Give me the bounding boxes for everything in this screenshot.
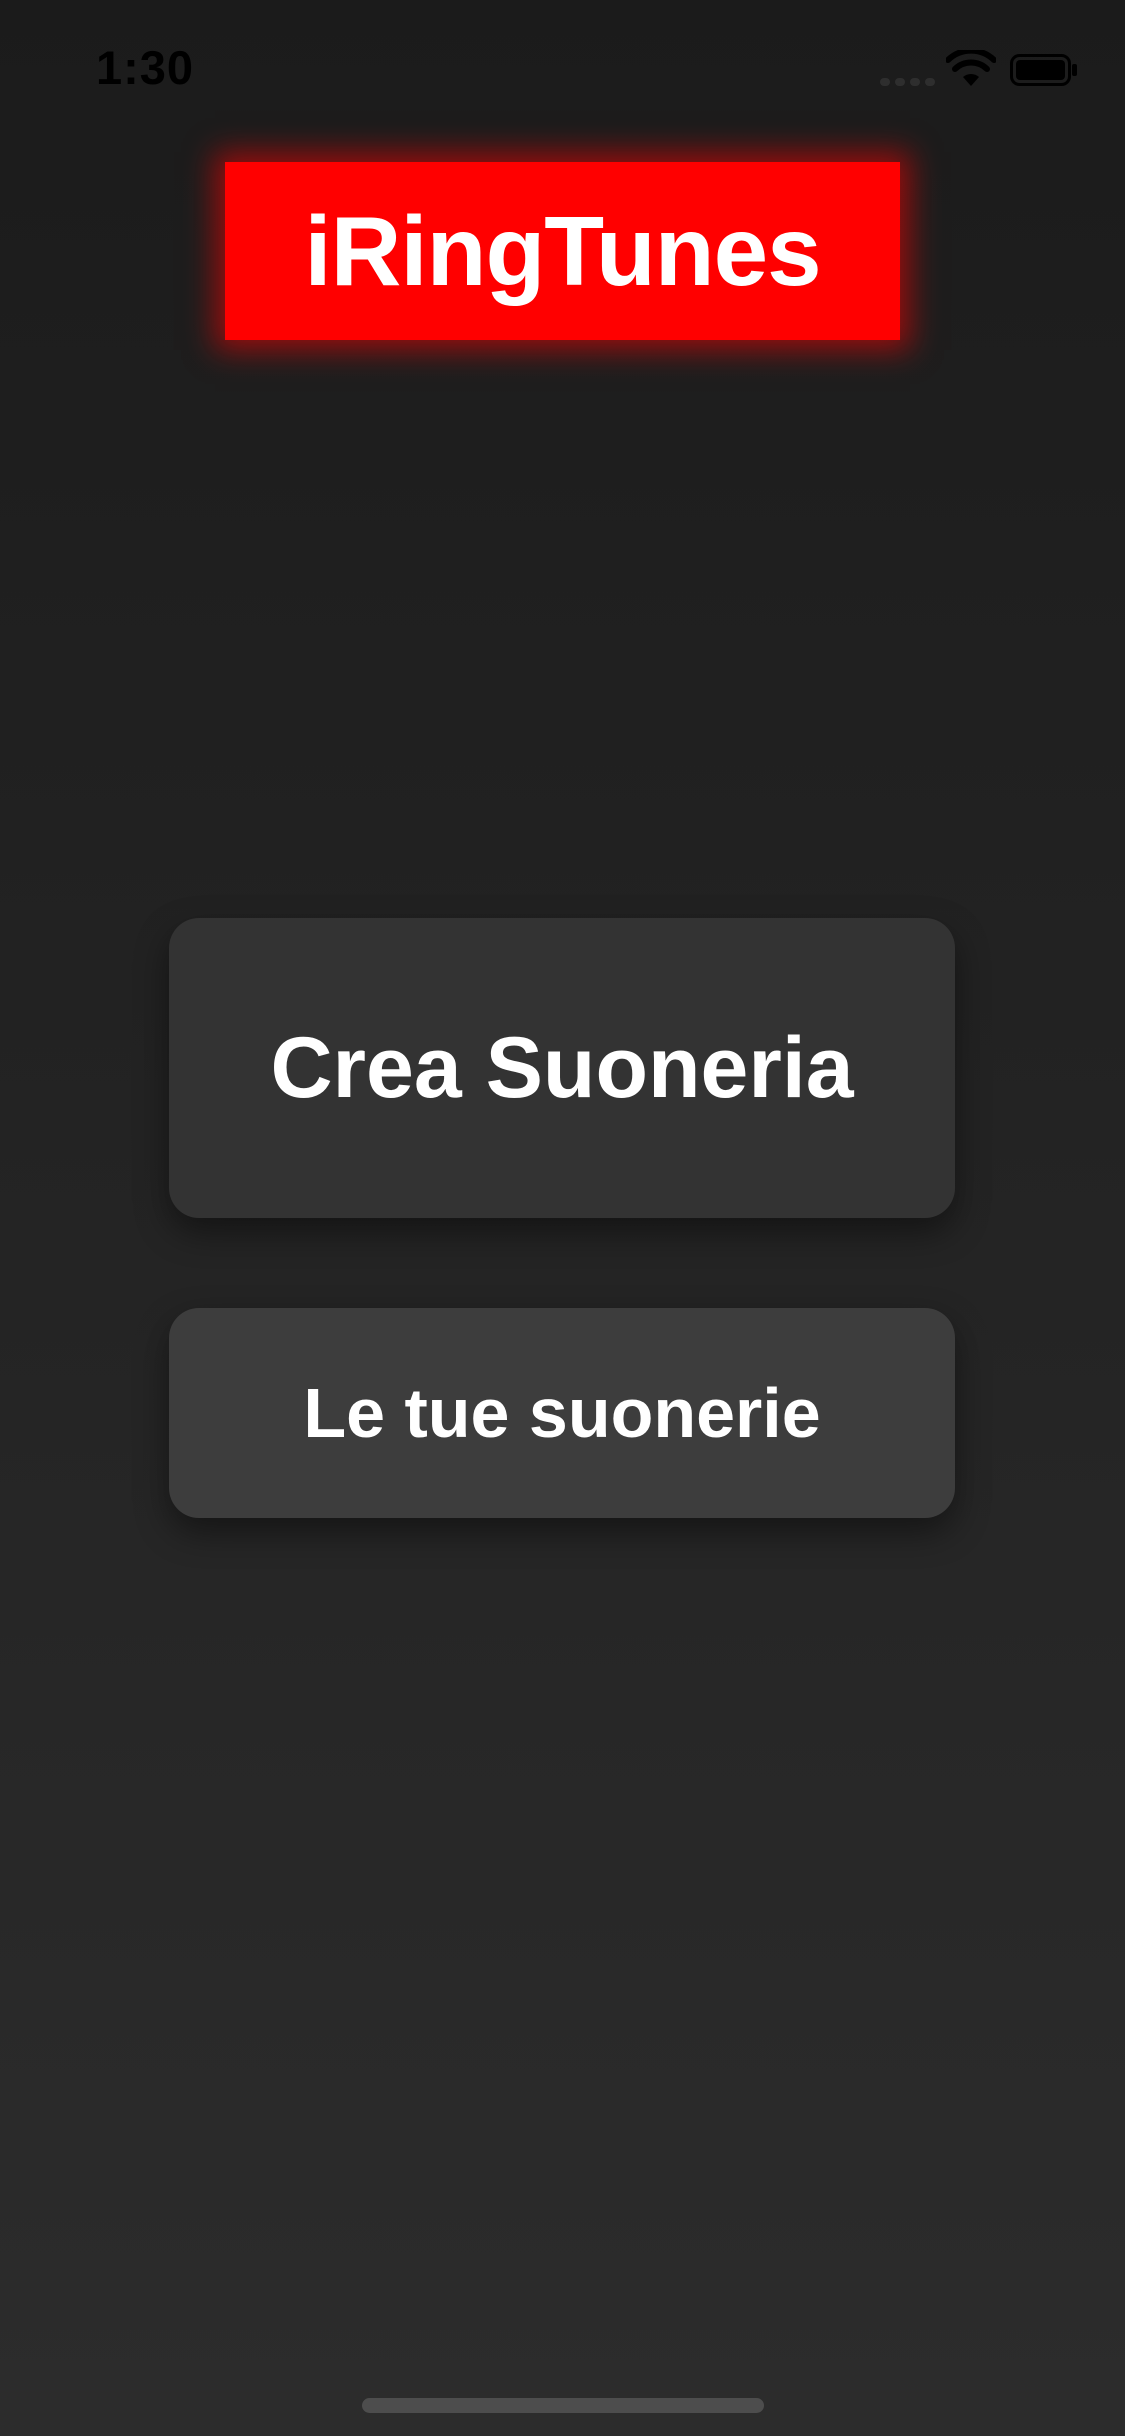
create-ringtone-button[interactable]: Crea Suoneria [169, 918, 955, 1218]
home-indicator[interactable] [362, 2398, 764, 2413]
app-logo: iRingTunes [225, 162, 900, 340]
create-ringtone-label: Crea Suoneria [270, 1019, 854, 1116]
app-logo-text: iRingTunes [304, 195, 821, 306]
my-ringtones-button[interactable]: Le tue suonerie [169, 1308, 955, 1518]
wifi-icon [946, 50, 996, 86]
status-time: 1:30 [96, 41, 195, 94]
battery-icon [1010, 54, 1077, 86]
my-ringtones-label: Le tue suonerie [303, 1374, 821, 1452]
signal-icon [880, 76, 936, 86]
status-bar: 1:30 [0, 0, 1125, 132]
